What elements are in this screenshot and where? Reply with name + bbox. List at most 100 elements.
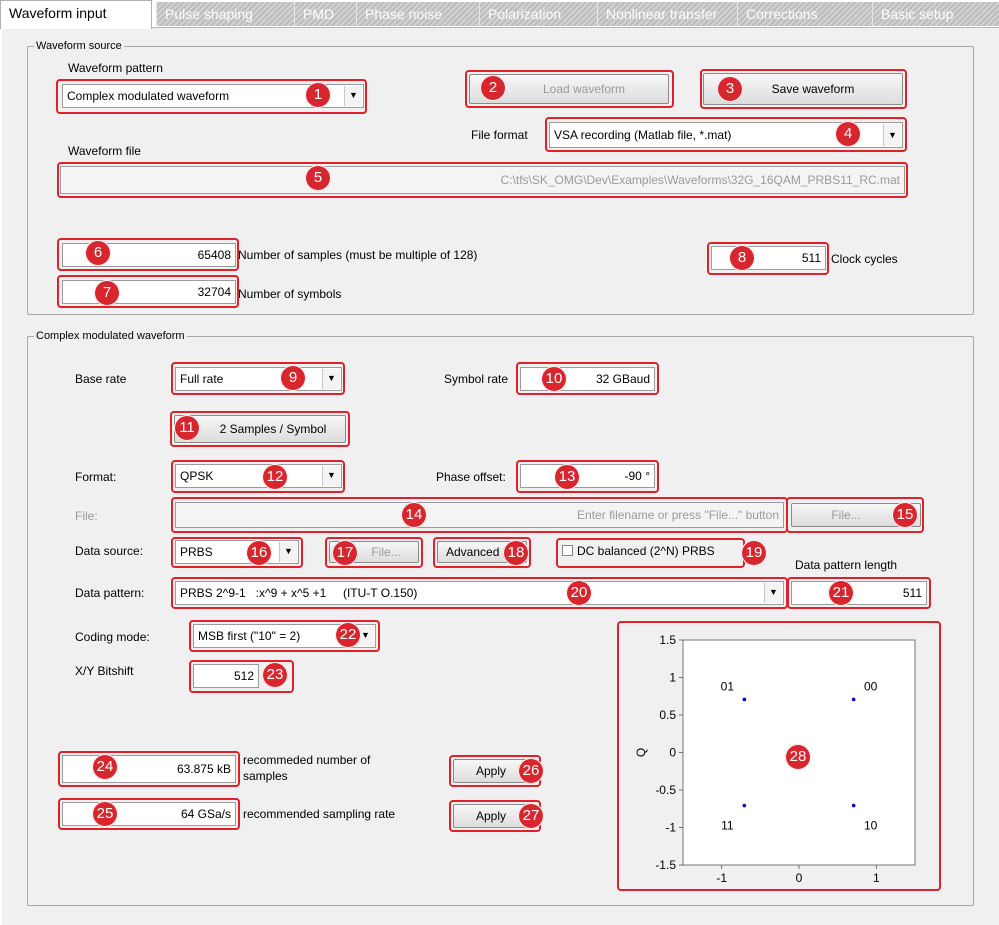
annotation-badge: 14 <box>401 502 427 528</box>
constellation-point <box>742 803 747 808</box>
annotation-badge: 1 <box>305 82 331 108</box>
y-tick-label: 1 <box>669 671 676 685</box>
rec-samples-field: 63.875 kB <box>62 755 236 783</box>
annotation-badge: 18 <box>503 540 529 566</box>
tab-bar: Waveform input Pulse shaping PMD Phase n… <box>0 0 999 29</box>
format-label: Format: <box>75 470 117 484</box>
tab-waveform-input[interactable]: Waveform input <box>0 0 152 29</box>
dc-balanced-checkbox[interactable]: DC balanced (2^N) PRBS <box>562 544 715 558</box>
annotation-badge: 3 <box>717 76 743 102</box>
tab-phase-noise[interactable]: Phase noise <box>356 2 479 26</box>
file-format-value: VSA recording (Matlab file, *.mat) <box>554 128 732 142</box>
symbol-rate-label: Symbol rate <box>444 372 509 386</box>
annotation-badge: 19 <box>741 540 767 566</box>
data-pattern-select[interactable]: PRBS 2^9-1 :x^9 + x^5 +1 (ITU-T O.150) ▼ <box>175 581 784 605</box>
annotation-badge: 2 <box>480 75 506 101</box>
annotation-badge: 17 <box>332 540 358 566</box>
annotation-badge: 27 <box>518 803 544 829</box>
coding-mode-label: Coding mode: <box>75 630 150 644</box>
waveform-file-label: Waveform file <box>68 144 141 158</box>
clock-cycles-label: Clock cycles <box>831 252 898 266</box>
tab-nonlinear-transfer[interactable]: Nonlinear transfer <box>597 2 737 26</box>
y-tick-label: 1.5 <box>659 633 676 647</box>
point-label: 00 <box>864 679 878 693</box>
annotation-badge: 24 <box>92 754 118 780</box>
chevron-down-icon: ▼ <box>322 369 340 389</box>
annotation-badge: 5 <box>305 165 331 191</box>
rec-rate-field: 64 GSa/s <box>62 802 236 826</box>
annotation-badge: 25 <box>92 801 118 827</box>
annotation-badge: 13 <box>554 464 580 490</box>
chevron-down-icon: ▼ <box>764 583 782 603</box>
chevron-down-icon: ▼ <box>322 466 340 486</box>
base-rate-select[interactable]: Full rate ▼ <box>175 367 342 391</box>
data-source-value: PRBS <box>180 545 213 559</box>
annotation-badge: 11 <box>174 415 200 441</box>
xy-bitshift-input[interactable]: 512 <box>193 664 259 688</box>
annotation-badge: 21 <box>828 580 854 606</box>
chevron-down-icon: ▼ <box>344 86 362 106</box>
format-select[interactable]: QPSK ▼ <box>175 464 342 488</box>
phase-offset-input[interactable]: -90 ° <box>520 464 655 488</box>
annotation-badge: 15 <box>892 502 918 528</box>
annotation-badge: 7 <box>94 280 120 306</box>
x-tick-label: -1 <box>716 871 727 885</box>
data-pattern-value: PRBS 2^9-1 :x^9 + x^5 +1 (ITU-T O.150) <box>180 586 418 600</box>
waveform-source-legend: Waveform source <box>36 40 122 52</box>
tab-corrections[interactable]: Corrections <box>737 2 872 26</box>
num-symbols-label: Number of symbols <box>238 287 342 301</box>
data-source-select[interactable]: PRBS ▼ <box>175 540 299 564</box>
data-file-input[interactable]: Enter filename or press "File..." button <box>175 502 784 528</box>
waveform-file-input[interactable]: C:\tfs\SK_OMG\Dev\Examples\Waveforms\32G… <box>60 166 905 194</box>
tab-pmd[interactable]: PMD <box>294 2 356 26</box>
y-tick-label: -1 <box>665 821 676 835</box>
chevron-down-icon: ▼ <box>883 124 901 146</box>
data-pattern-length-field: 511 <box>791 581 927 605</box>
waveform-pattern-value: Complex modulated waveform <box>67 89 230 103</box>
format-value: QPSK <box>180 469 214 483</box>
tab-basic-setup[interactable]: Basic setup <box>872 2 999 26</box>
constellation-point <box>851 803 856 808</box>
annotation-badge: 8 <box>729 245 755 271</box>
waveform-pattern-label: Waveform pattern <box>68 61 163 75</box>
y-tick-label: -0.5 <box>655 783 676 797</box>
annotation-badge: 16 <box>246 540 272 566</box>
annotation-badge: 9 <box>280 365 306 391</box>
data-source-label: Data source: <box>75 544 144 558</box>
num-symbols-input[interactable]: 32704 <box>62 280 236 304</box>
file-label: File: <box>75 509 98 523</box>
coding-mode-value: MSB first ("10" = 2) <box>198 629 301 643</box>
chevron-down-icon: ▼ <box>279 542 297 562</box>
file-format-label: File format <box>471 128 528 142</box>
annotation-badge: 23 <box>262 662 288 688</box>
rec-samples-label-line-1: recommeded number of <box>243 753 371 767</box>
point-label: 11 <box>721 819 734 833</box>
tab-polarization[interactable]: Polarization <box>479 2 597 26</box>
xy-bitshift-label: X/Y Bitshift <box>75 664 134 678</box>
phase-offset-label: Phase offset: <box>436 470 506 484</box>
data-pattern-length-label: Data pattern length <box>795 558 898 572</box>
checkbox-icon[interactable] <box>562 545 573 556</box>
y-axis-label: Q <box>634 748 648 757</box>
num-samples-label: Number of samples (must be multiple of 1… <box>238 248 478 262</box>
y-tick-label: -1.5 <box>655 858 676 872</box>
point-label: 10 <box>864 819 878 833</box>
data-pattern-label: Data pattern: <box>75 586 145 600</box>
rec-samples-label-line-2: samples <box>243 769 288 783</box>
base-rate-label: Base rate <box>75 372 127 386</box>
complex-modulated-legend: Complex modulated waveform <box>36 330 185 342</box>
dc-balanced-label: DC balanced (2^N) PRBS <box>577 544 715 558</box>
y-tick-label: 0.5 <box>659 708 676 722</box>
tab-pulse-shaping[interactable]: Pulse shaping <box>156 2 294 26</box>
annotation-badge: 26 <box>518 758 544 784</box>
y-tick-label: 0 <box>669 746 676 760</box>
annotation-badge: 6 <box>85 240 111 266</box>
x-tick-label: 1 <box>873 871 880 885</box>
x-tick-label: 0 <box>796 871 803 885</box>
rec-samples-label: recommeded number of samples <box>243 752 370 784</box>
annotation-badge: 10 <box>541 366 567 392</box>
constellation-point <box>851 697 856 702</box>
annotation-badge: 28 <box>785 744 811 770</box>
annotation-badge: 22 <box>335 622 361 648</box>
constellation-chart: 1.510.50-0.5-1-1.5-101IQ01001110 <box>621 625 937 887</box>
